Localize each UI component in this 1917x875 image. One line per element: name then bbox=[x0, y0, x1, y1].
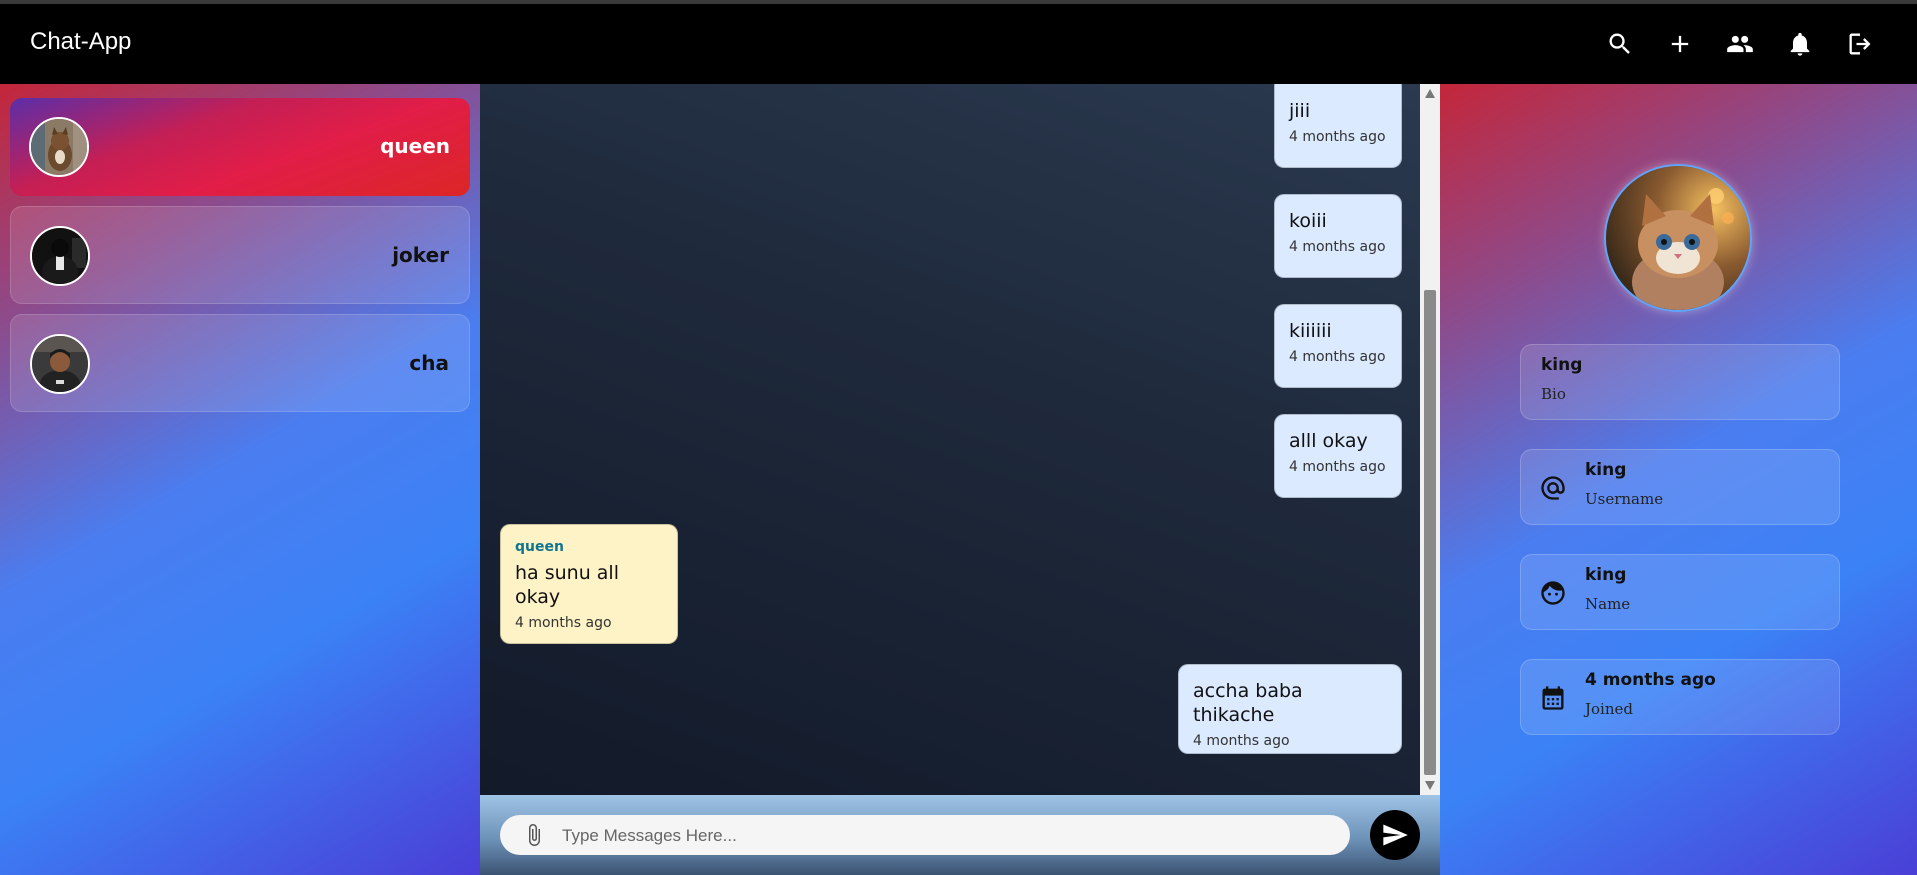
profile-joined-card: 4 months ago Joined bbox=[1520, 659, 1840, 735]
main-area: queen joker cha jiii 4 months ago koiii … bbox=[0, 84, 1917, 875]
message-bubble-outgoing: accha baba thikache 4 months ago bbox=[1178, 664, 1402, 754]
message-time: 4 months ago bbox=[1193, 733, 1290, 749]
message-sender: queen bbox=[515, 539, 564, 555]
message-bubble-outgoing: koiii 4 months ago bbox=[1274, 194, 1402, 278]
contact-name: queen bbox=[380, 134, 450, 158]
message-list[interactable]: jiii 4 months ago koiii 4 months ago kii… bbox=[480, 84, 1420, 795]
joined-label: Joined bbox=[1585, 700, 1633, 718]
message-bubble-outgoing: kiiiiii 4 months ago bbox=[1274, 304, 1402, 388]
send-button[interactable] bbox=[1370, 810, 1420, 860]
message-time: 4 months ago bbox=[515, 615, 612, 631]
search-icon[interactable] bbox=[1604, 28, 1636, 60]
message-time: 4 months ago bbox=[1289, 349, 1386, 365]
profile-bio-card: king Bio bbox=[1520, 344, 1840, 420]
message-scrollbar[interactable] bbox=[1420, 84, 1440, 795]
profile-panel: king Bio king Username king Name 4 month… bbox=[1440, 84, 1917, 875]
message-input[interactable] bbox=[560, 819, 1334, 853]
contacts-sidebar: queen joker cha bbox=[0, 84, 480, 875]
message-text: koiii bbox=[1289, 210, 1327, 232]
username-value: king bbox=[1585, 460, 1627, 480]
message-bubble-outgoing: alll okay 4 months ago bbox=[1274, 414, 1402, 498]
message-text: accha baba thikache bbox=[1193, 680, 1303, 726]
contact-name: joker bbox=[392, 243, 449, 267]
add-icon[interactable] bbox=[1664, 28, 1696, 60]
app-title: Chat-App bbox=[30, 28, 132, 55]
avatar bbox=[30, 334, 90, 394]
message-time: 4 months ago bbox=[1289, 459, 1386, 475]
logout-icon[interactable] bbox=[1844, 28, 1876, 60]
avatar bbox=[30, 226, 90, 286]
message-text: alll okay bbox=[1289, 430, 1368, 452]
message-time: 4 months ago bbox=[1289, 239, 1386, 255]
profile-name-card: king Name bbox=[1520, 554, 1840, 630]
message-text: kiiiiii bbox=[1289, 320, 1332, 342]
bio-label: Bio bbox=[1541, 385, 1566, 403]
contact-item-cha[interactable]: cha bbox=[10, 314, 470, 412]
contact-item-joker[interactable]: joker bbox=[10, 206, 470, 304]
scroll-up-arrow-icon[interactable] bbox=[1425, 89, 1435, 98]
group-icon[interactable] bbox=[1724, 28, 1756, 60]
notification-bell-icon[interactable] bbox=[1784, 28, 1816, 60]
at-sign-icon bbox=[1539, 474, 1567, 502]
scroll-down-arrow-icon[interactable] bbox=[1425, 781, 1435, 790]
message-composer bbox=[480, 795, 1440, 875]
message-text: jiii bbox=[1289, 100, 1311, 122]
bio-title: king bbox=[1541, 355, 1583, 375]
send-icon bbox=[1383, 824, 1408, 846]
joined-value: 4 months ago bbox=[1585, 670, 1716, 690]
attachment-paperclip-icon[interactable] bbox=[522, 823, 546, 847]
chat-panel: jiii 4 months ago koiii 4 months ago kii… bbox=[480, 84, 1440, 875]
name-value: king bbox=[1585, 565, 1627, 585]
calendar-icon bbox=[1539, 684, 1567, 712]
profile-avatar bbox=[1604, 164, 1752, 312]
avatar bbox=[29, 117, 89, 177]
username-label: Username bbox=[1585, 490, 1664, 508]
app-bar: Chat-App bbox=[0, 4, 1917, 84]
message-bubble-incoming: queen ha sunu all okay 4 months ago bbox=[500, 524, 678, 644]
face-icon bbox=[1539, 579, 1567, 607]
message-time: 4 months ago bbox=[1289, 129, 1386, 145]
message-bubble-outgoing: jiii 4 months ago bbox=[1274, 84, 1402, 168]
contact-name: cha bbox=[409, 351, 449, 375]
profile-username-card: king Username bbox=[1520, 449, 1840, 525]
name-label: Name bbox=[1585, 595, 1631, 613]
scrollbar-thumb[interactable] bbox=[1424, 290, 1436, 775]
message-text: ha sunu all okay bbox=[515, 562, 619, 608]
contact-item-queen[interactable]: queen bbox=[10, 98, 470, 196]
message-input-wrapper bbox=[500, 815, 1350, 855]
